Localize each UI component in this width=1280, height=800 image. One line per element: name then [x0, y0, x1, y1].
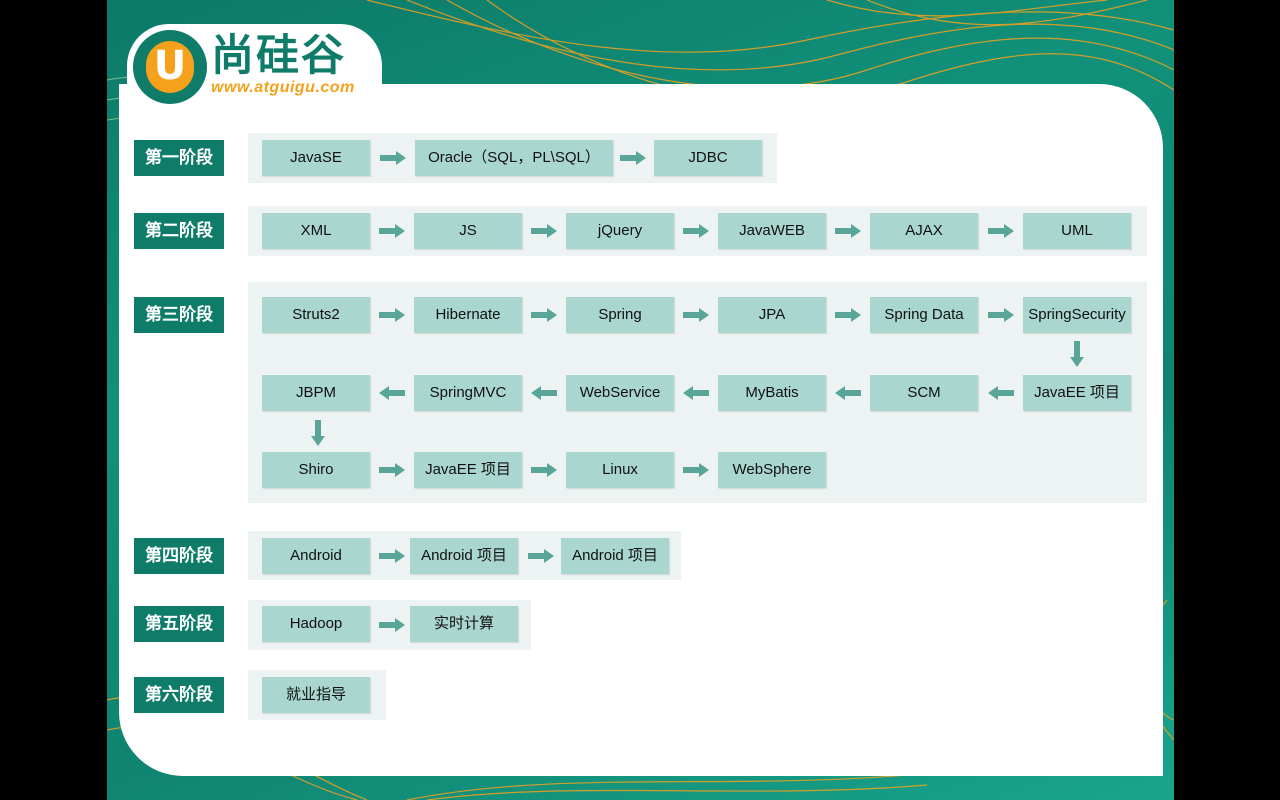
stage-3-label: 第三阶段 — [134, 297, 224, 333]
arrow-left-icon — [988, 386, 1014, 400]
stage-3-node: WebService — [566, 375, 674, 411]
stage-3-node: Linux — [566, 452, 674, 488]
arrow-left-icon — [835, 386, 861, 400]
arrow-left-icon — [683, 386, 709, 400]
arrow-right-icon — [683, 308, 709, 322]
arrow-right-icon — [380, 151, 406, 165]
arrow-right-icon — [683, 224, 709, 238]
arrow-right-icon — [620, 151, 646, 165]
stage-1-label: 第一阶段 — [134, 140, 224, 176]
stage-3-node: JPA — [718, 297, 826, 333]
arrow-right-icon — [379, 549, 405, 563]
arrow-right-icon — [379, 308, 405, 322]
stage-3-node: JBPM — [262, 375, 370, 411]
stage-2-node: jQuery — [566, 213, 674, 249]
stage-1-node: Oracle（SQL，PL\SQL） — [415, 140, 613, 176]
stage-4-node: Android 项目 — [410, 538, 518, 574]
arrow-right-icon — [531, 308, 557, 322]
arrow-right-icon — [531, 463, 557, 477]
arrow-left-icon — [531, 386, 557, 400]
stage-3-node: Hibernate — [414, 297, 522, 333]
stage-2-node: JS — [414, 213, 522, 249]
arrow-right-icon — [835, 308, 861, 322]
arrow-right-icon — [683, 463, 709, 477]
logo-name: 尚硅谷 — [211, 31, 346, 81]
arrow-right-icon — [528, 549, 554, 563]
arrow-right-icon — [379, 463, 405, 477]
stage-3-node: JavaEE 项目 — [414, 452, 522, 488]
stage-3-node: SCM — [870, 375, 978, 411]
stage-3-node: Spring — [566, 297, 674, 333]
logo-circle-icon: U — [133, 30, 207, 104]
arrow-right-icon — [379, 224, 405, 238]
stage-3-node: Struts2 — [262, 297, 370, 333]
logo-url: www.atguigu.com — [211, 79, 355, 96]
stage-3-node: SpringSecurity — [1023, 297, 1131, 333]
arrow-right-icon — [988, 308, 1014, 322]
stage-6-node: 就业指导 — [262, 677, 370, 713]
stage-3-node: Spring Data — [870, 297, 978, 333]
stage-3-node: JavaEE 项目 — [1023, 375, 1131, 411]
stage-4-node: Android 项目 — [561, 538, 669, 574]
arrow-down-icon — [1070, 341, 1084, 367]
logo-letter: U — [146, 41, 194, 93]
stage-3-node: Shiro — [262, 452, 370, 488]
stage-1-node: JDBC — [654, 140, 762, 176]
brand-logo: U 尚硅谷 www.atguigu.com — [127, 24, 382, 108]
stage-1-node: JavaSE — [262, 140, 370, 176]
arrow-left-icon — [379, 386, 405, 400]
arrow-right-icon — [531, 224, 557, 238]
stage-2-label: 第二阶段 — [134, 213, 224, 249]
stage-4-label: 第四阶段 — [134, 538, 224, 574]
arrow-right-icon — [379, 618, 405, 632]
stage-3-node: MyBatis — [718, 375, 826, 411]
arrow-right-icon — [835, 224, 861, 238]
arrow-down-icon — [311, 420, 325, 446]
stage-2-node: XML — [262, 213, 370, 249]
stage-4-node: Android — [262, 538, 370, 574]
stage-5-node: Hadoop — [262, 606, 370, 642]
stage-2-node: JavaWEB — [718, 213, 826, 249]
arrow-right-icon — [988, 224, 1014, 238]
stage-5-node: 实时计算 — [410, 606, 518, 642]
stage-3-node: SpringMVC — [414, 375, 522, 411]
stage-5-label: 第五阶段 — [134, 606, 224, 642]
stage-2-node: UML — [1023, 213, 1131, 249]
stage-3-node: WebSphere — [718, 452, 826, 488]
stage-2-node: AJAX — [870, 213, 978, 249]
stage-6-label: 第六阶段 — [134, 677, 224, 713]
